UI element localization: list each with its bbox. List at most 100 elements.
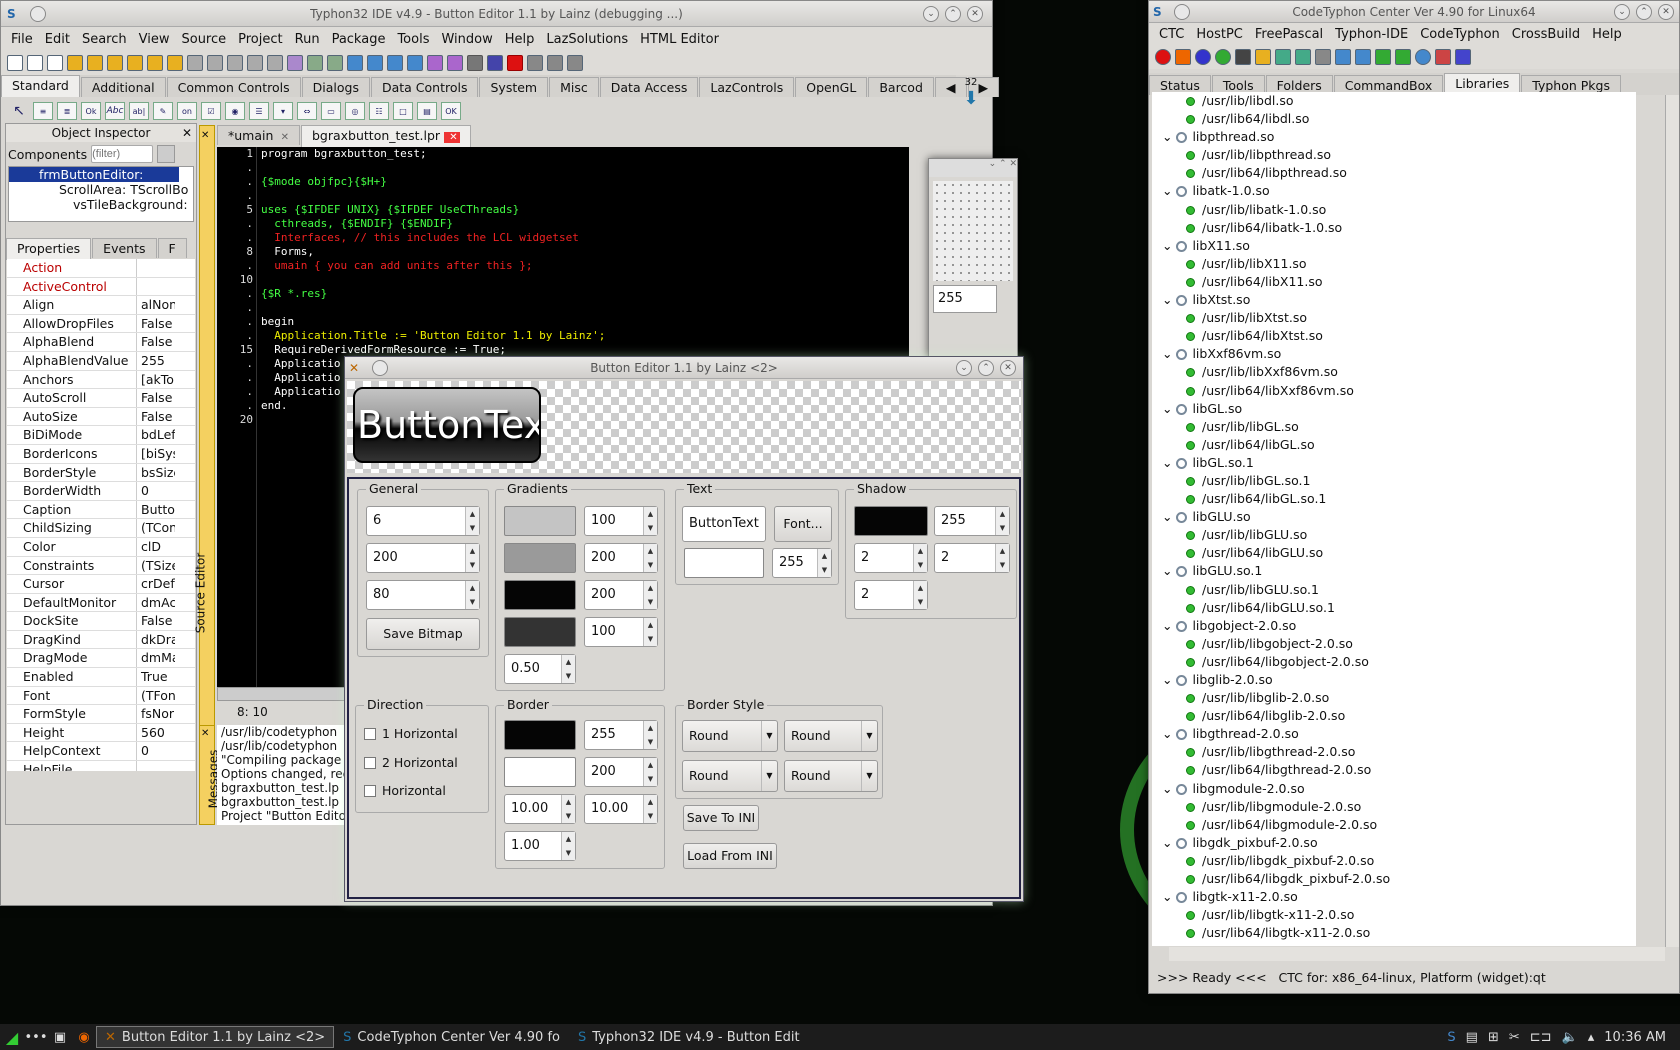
outer-border-color[interactable] xyxy=(504,720,576,750)
filter-clear-icon[interactable] xyxy=(157,145,176,163)
tray-app-icon[interactable]: ꓢ xyxy=(1447,1030,1455,1045)
build-ide-icon[interactable] xyxy=(1295,49,1311,65)
ctc-menu-button[interactable] xyxy=(1174,3,1190,20)
library-path[interactable]: /usr/lib/libgthread-2.0.so xyxy=(1152,743,1636,761)
debug-icon[interactable] xyxy=(407,55,423,71)
oi-tab-f[interactable]: F xyxy=(157,238,187,258)
spin-arrows-icon[interactable]: ▲ ▼ xyxy=(643,618,657,646)
property-value[interactable]: (TSize xyxy=(137,557,175,575)
property-row[interactable]: CursorcrDefa xyxy=(7,575,195,594)
dialog-minimize-button[interactable]: ⌄ xyxy=(956,360,972,376)
property-row[interactable]: AutoScroll False xyxy=(7,389,195,408)
spin-arrows-icon[interactable]: ▲ ▼ xyxy=(465,581,479,609)
build-64-icon[interactable] xyxy=(1435,49,1451,65)
dropdown-arrow-icon[interactable]: ▼ xyxy=(761,721,777,751)
border-width-spin[interactable]: 1.00 ▲ ▼ xyxy=(504,831,576,861)
spin-arrows-icon[interactable]: ▲ ▼ xyxy=(995,544,1009,572)
tbutton-icon[interactable]: Ok xyxy=(81,102,101,120)
inner-border-color[interactable] xyxy=(504,757,576,787)
property-value[interactable]: dmMa xyxy=(137,649,175,667)
maximize-button[interactable]: ⌃ xyxy=(945,6,961,22)
gradient2-end-alpha[interactable]: 100 ▲ ▼ xyxy=(584,617,658,647)
property-value[interactable]: alNon xyxy=(137,296,175,314)
ctc-menu-help[interactable]: Help xyxy=(1586,27,1628,42)
editor-tab[interactable]: bgraxbutton_test.lpr ✕ xyxy=(300,125,471,147)
options-icon[interactable] xyxy=(287,55,303,71)
menu-item-lazsolutions[interactable]: LazSolutions xyxy=(540,32,634,47)
library-path[interactable]: /usr/lib64/libgdk_pixbuf-2.0.so xyxy=(1152,870,1636,888)
property-value[interactable]: [biSys xyxy=(137,445,175,463)
dialog-maximize-button[interactable]: ⌃ xyxy=(978,360,994,376)
library-node[interactable]: ⌄ libGLU.so.1 xyxy=(1152,562,1636,580)
property-value[interactable]: True xyxy=(137,668,175,686)
run-icon[interactable] xyxy=(467,55,483,71)
open-icon[interactable] xyxy=(67,55,83,71)
property-row[interactable]: BiDiMode bdLef xyxy=(7,426,195,445)
palette-tab-data-controls[interactable]: Data Controls xyxy=(370,77,479,97)
spin-arrows-icon[interactable]: ▲ ▼ xyxy=(913,581,927,609)
message-item[interactable]: "Compiling package p xyxy=(217,753,347,767)
tlabel-icon[interactable]: Abc xyxy=(105,102,125,120)
tgroupbox-icon[interactable]: ▭ xyxy=(321,102,341,120)
settings-icon[interactable] xyxy=(1335,49,1351,65)
library-path[interactable]: /usr/lib/libGL.so.1 xyxy=(1152,472,1636,490)
spin-arrows-icon[interactable]: ▲ ▼ xyxy=(465,507,479,535)
property-row[interactable]: AlphaBlend False xyxy=(7,333,195,352)
help-icon[interactable] xyxy=(1195,49,1211,65)
rounding-spin[interactable]: 6 ▲ ▼ xyxy=(366,506,480,536)
ttogglebox-icon[interactable]: on xyxy=(177,102,197,120)
expand-icon[interactable]: ⌄ xyxy=(1162,238,1176,253)
pointer-tool-icon[interactable]: ↖ xyxy=(9,102,29,120)
expand-icon[interactable]: ⌄ xyxy=(1162,563,1176,578)
property-row[interactable]: HelpFile xyxy=(7,761,195,771)
expand-icon[interactable]: ⌄ xyxy=(1162,292,1176,307)
library-node[interactable]: ⌄ libGLU.so xyxy=(1152,508,1636,526)
border-style-topleft[interactable]: Round ▼ xyxy=(682,720,778,752)
preview-button[interactable]: ButtonText xyxy=(353,387,541,463)
open-recent-icon[interactable] xyxy=(87,55,103,71)
property-value[interactable]: False xyxy=(137,612,175,630)
library-path[interactable]: /usr/lib64/libdl.so xyxy=(1152,110,1636,128)
build-fpc-icon[interactable] xyxy=(1275,49,1291,65)
message-item[interactable]: Project "Button Edito xyxy=(217,809,347,823)
expand-icon[interactable]: ⌄ xyxy=(1162,346,1176,361)
library-node[interactable]: ⌄ libgobject-2.0.so xyxy=(1152,617,1636,635)
library-node[interactable]: ⌄ libGL.so xyxy=(1152,400,1636,418)
library-path[interactable]: /usr/lib64/libX11.so xyxy=(1152,273,1636,291)
save-bitmap-button[interactable]: Save Bitmap xyxy=(366,618,480,650)
build-32-icon[interactable] xyxy=(1455,49,1471,65)
property-row[interactable]: AlphaBlendValue 255 xyxy=(7,351,195,371)
library-path[interactable]: /usr/lib64/libXxf86vm.so xyxy=(1152,382,1636,400)
outer-border-alpha[interactable]: 255 ▲ ▼ xyxy=(584,720,658,750)
toggle-form-icon[interactable] xyxy=(267,55,283,71)
library-node[interactable]: ⌄ libX11.so xyxy=(1152,237,1636,255)
exit-icon[interactable] xyxy=(1155,49,1171,65)
library-path[interactable]: /usr/lib64/libGL.so xyxy=(1152,436,1636,454)
terminal-icon[interactable] xyxy=(1235,49,1251,65)
property-row[interactable]: BorderWidth 0 xyxy=(7,482,195,501)
spin-arrows-icon[interactable]: ▲ ▼ xyxy=(643,721,657,749)
property-row[interactable]: DefaultMonitor dmAc xyxy=(7,593,195,613)
new-form-icon[interactable] xyxy=(27,55,43,71)
menu-item-tools[interactable]: Tools xyxy=(391,32,435,47)
message-item[interactable]: bgraxbutton_test.lp xyxy=(217,795,347,809)
gradient1-start-alpha[interactable]: 100 ▲ ▼ xyxy=(584,506,658,536)
step-into-icon[interactable] xyxy=(527,55,543,71)
palette-tab-barcod[interactable]: Barcod xyxy=(868,77,934,97)
oi-tab-events[interactable]: Events xyxy=(92,238,157,258)
property-value[interactable]: False xyxy=(137,333,175,351)
palette-tab-standard[interactable]: Standard xyxy=(1,75,80,97)
download-arrow-icon[interactable]: ⬇ xyxy=(963,88,978,109)
update-icon[interactable] xyxy=(1175,49,1191,65)
library-node[interactable]: ⌄ libGL.so.1 xyxy=(1152,454,1636,472)
taskbar-item-ctc[interactable]: ꓢ CodeTyphon Center Ver 4.90 fo xyxy=(334,1026,569,1048)
inner-border-alpha[interactable]: 200 ▲ ▼ xyxy=(584,757,658,787)
ctc-menu-freepascal[interactable]: FreePascal xyxy=(1249,27,1329,42)
tscrollbar-icon[interactable]: ⇔ xyxy=(297,102,317,120)
new-unit-icon[interactable] xyxy=(47,55,63,71)
spin-arrows-icon[interactable]: ▲ ▼ xyxy=(643,544,657,572)
border-rx-spin[interactable]: 10.00 ▲ ▼ xyxy=(504,794,576,824)
property-value[interactable]: fsNor xyxy=(137,705,175,723)
gradient1-start-color[interactable] xyxy=(504,506,576,536)
menu-item-html-editor[interactable]: HTML Editor xyxy=(634,32,725,47)
